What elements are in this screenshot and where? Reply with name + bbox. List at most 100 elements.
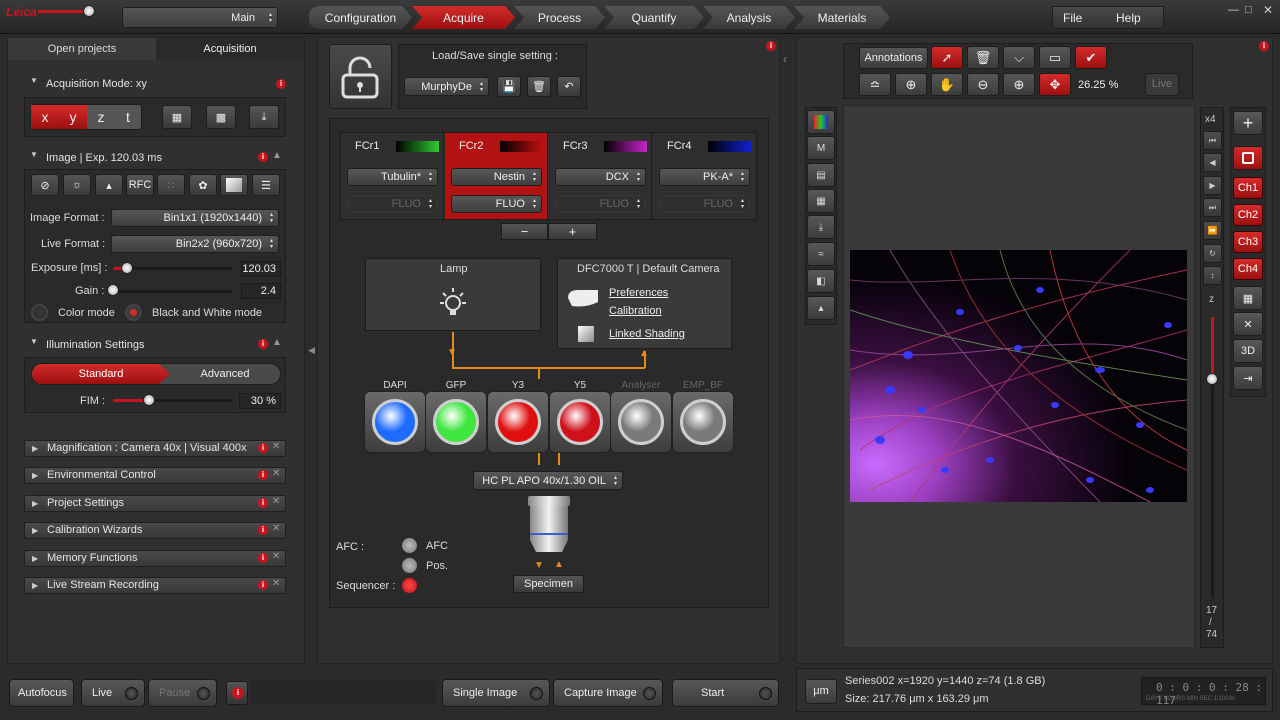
undo-icon[interactable]: ↶	[557, 76, 581, 97]
pin-icon[interactable]: ▲	[272, 337, 282, 348]
next-frame-icon[interactable]: ⏭	[1203, 198, 1222, 217]
single-image-button[interactable]: Single Image	[442, 679, 550, 707]
info-icon[interactable]: i	[258, 525, 268, 535]
color-wheel-icon[interactable]: ✿	[189, 174, 217, 196]
hand-icon[interactable]: ✋	[931, 73, 963, 96]
live-view-button[interactable]: Live	[1145, 73, 1179, 96]
autofocus-button[interactable]: Autofocus	[9, 679, 74, 707]
gain-track[interactable]	[113, 290, 233, 293]
acq-mode-header[interactable]: ▼ Acquisition Mode: xy	[24, 76, 286, 92]
restore-button[interactable]: □	[1245, 4, 1252, 16]
channel-ch2[interactable]: Ch2	[1233, 204, 1263, 226]
micrograph-image[interactable]	[850, 250, 1187, 502]
first-frame-icon[interactable]: ⏮	[1203, 131, 1222, 150]
m-overlay-icon[interactable]: M	[807, 136, 835, 160]
annotations-button[interactable]: Annotations	[859, 47, 928, 69]
live-button[interactable]: Live	[81, 679, 145, 707]
filter-button-gfp[interactable]	[425, 391, 487, 453]
x4-label[interactable]: x4	[1205, 114, 1216, 125]
tab-quantify[interactable]: Quantify	[604, 6, 704, 29]
menu-file[interactable]: File	[1063, 11, 1082, 25]
mosaic-grid-icon[interactable]: ▩	[206, 105, 236, 129]
baseline-icon[interactable]: ⌵	[1003, 46, 1035, 69]
main-select[interactable]: Main	[122, 7, 278, 28]
tab-acquire[interactable]: Acquire	[412, 6, 515, 29]
unit-button[interactable]: μm	[805, 679, 837, 704]
pin-icon[interactable]: ✕	[272, 496, 280, 507]
tab-open-projects[interactable]: Open projects	[8, 38, 156, 60]
fc-mode-select[interactable]: FLUO	[451, 195, 542, 213]
layers-icon[interactable]: ▦	[807, 189, 835, 213]
fc-marker-select[interactable]: DCX	[555, 168, 646, 186]
axis-x[interactable]: x	[31, 105, 59, 129]
info-icon[interactable]: i	[1259, 41, 1269, 51]
info-icon[interactable]: i	[766, 41, 776, 51]
gain-value[interactable]: 2.4	[241, 283, 281, 299]
pin-icon[interactable]: ▲	[272, 150, 282, 161]
info-icon[interactable]: i	[258, 443, 268, 453]
stop-icon[interactable]	[1233, 146, 1263, 170]
minimize-button[interactable]: —	[1228, 4, 1239, 16]
info-icon[interactable]: i	[258, 498, 268, 508]
crosshair-icon[interactable]: ⊕	[895, 73, 927, 96]
tab-materials[interactable]: Materials	[794, 6, 890, 29]
fc-mode-select[interactable]: FLUO	[555, 195, 646, 213]
split-view-icon[interactable]: ◧	[807, 269, 835, 293]
illum-header[interactable]: ▼ Illumination Settings	[24, 337, 264, 353]
wave-icon[interactable]: ≈	[807, 242, 835, 266]
capture-image-button[interactable]: Capture Image	[553, 679, 663, 707]
add-view-icon[interactable]: +	[1233, 111, 1263, 135]
top-progress-knob[interactable]	[83, 5, 95, 17]
tab-acquisition[interactable]: Acquisition	[156, 38, 304, 60]
white-balance-icon[interactable]	[220, 174, 248, 196]
specimen-button[interactable]: Specimen	[513, 575, 584, 593]
preferences-link[interactable]: Preferences	[609, 287, 668, 299]
filter-button-y3[interactable]	[487, 391, 549, 453]
filter-button-dapi[interactable]	[364, 391, 426, 453]
prev-frame-icon[interactable]: ◀	[1203, 153, 1222, 172]
download-icon[interactable]: ⤓	[249, 105, 279, 129]
objective-select[interactable]: HC PL APO 40x/1.30 OIL	[473, 471, 623, 490]
menu-help[interactable]: Help	[1116, 11, 1141, 25]
rfc-button[interactable]: RFC	[126, 174, 154, 196]
rectangle-icon[interactable]: ▭	[1039, 46, 1071, 69]
pattern-icon[interactable]: ∷	[157, 174, 185, 196]
trash-icon[interactable]: 🗑	[967, 46, 999, 69]
fc-marker-select[interactable]: Tubulin*	[347, 168, 438, 186]
advanced-button[interactable]: Advanced	[170, 364, 280, 384]
calibration-link[interactable]: Calibration	[609, 305, 662, 317]
pin-icon[interactable]: ✕	[272, 441, 280, 452]
color-mode-radio[interactable]	[31, 304, 48, 321]
delete-icon[interactable]: 🗑	[527, 76, 551, 97]
axis-t[interactable]: t	[114, 105, 142, 129]
left-splitter[interactable]: ◀	[308, 345, 315, 356]
tab-analysis[interactable]: Analysis	[703, 6, 795, 29]
setting-select[interactable]: MurphyDe	[404, 77, 489, 96]
range-icon[interactable]: ↕	[1203, 266, 1222, 285]
ruler-icon[interactable]: ≏	[859, 73, 891, 96]
bw-mode-radio[interactable]	[125, 304, 142, 321]
pause-button[interactable]: Pause	[148, 679, 217, 707]
tab-configuration[interactable]: Configuration	[309, 6, 412, 29]
axis-z[interactable]: z	[87, 105, 115, 129]
single-tile-icon[interactable]: ▦	[162, 105, 192, 129]
section-1[interactable]: ▶ Environmental Control	[24, 467, 286, 484]
center-splitter[interactable]: ‹	[783, 52, 787, 66]
fit-screen-icon[interactable]: ✥	[1039, 73, 1071, 96]
stop-all-button[interactable]: i	[226, 681, 248, 705]
channel-ch4[interactable]: Ch4	[1233, 258, 1263, 280]
filter-button-analyser[interactable]	[610, 391, 672, 453]
pointer-icon[interactable]: ➚	[931, 46, 963, 69]
fc-marker-select[interactable]: Nestin	[451, 168, 542, 186]
z-profile-icon[interactable]: ⤓	[807, 215, 835, 239]
max-projection-icon[interactable]: ▦	[1233, 286, 1263, 310]
settings-sheet-icon[interactable]: ☰	[252, 174, 280, 196]
fim-value[interactable]: 30 %	[239, 393, 281, 409]
stack-icon[interactable]: ▤	[807, 163, 835, 187]
standard-button[interactable]: Standard	[32, 364, 170, 384]
auto-exposure-icon[interactable]: ☼	[63, 174, 91, 196]
tab-process[interactable]: Process	[514, 6, 605, 29]
exposure-value[interactable]: 120.03	[241, 261, 281, 277]
minus-button[interactable]: −	[501, 223, 548, 240]
section-0[interactable]: ▶ Magnification : Camera 40x | Visual 400…	[24, 440, 286, 457]
